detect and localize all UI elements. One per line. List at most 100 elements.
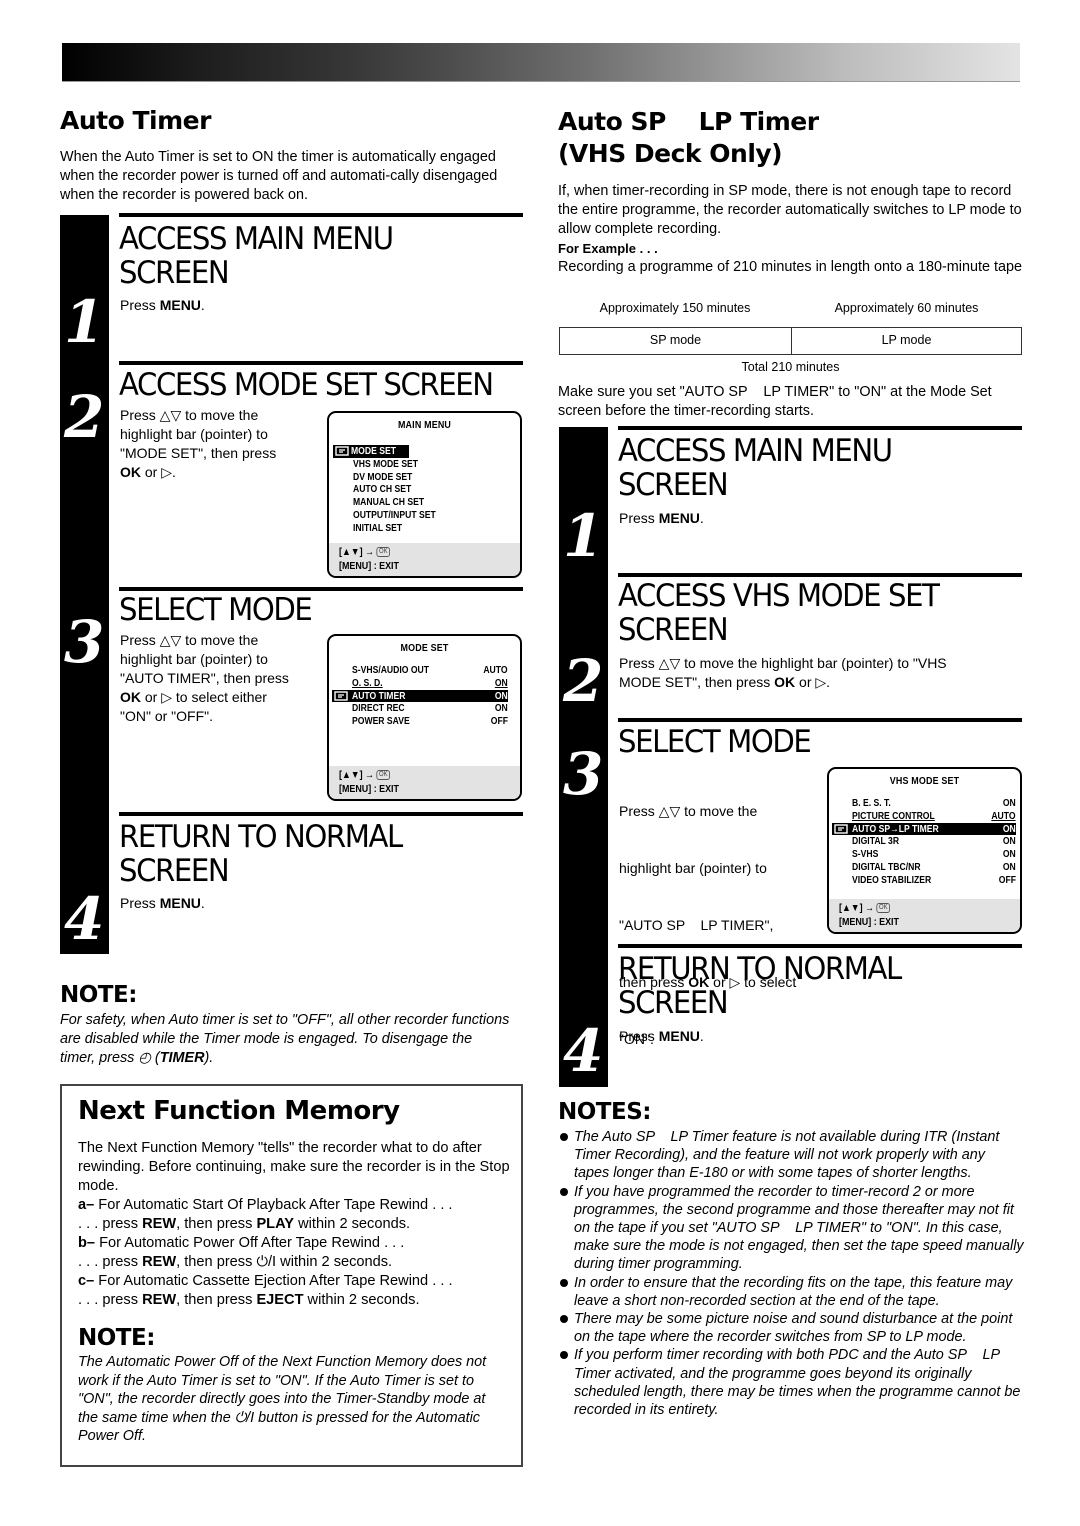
osd-item[interactable]: S-VHS ON [832, 848, 1016, 861]
auto-timer-description: When the Auto Timer is set to ON the tim… [60, 149, 498, 203]
header-gradient-bar [62, 43, 1020, 82]
step-divider [618, 944, 1022, 948]
step-1-instruction: Press MENU. [120, 297, 205, 313]
step-1-badge: 1 [559, 427, 608, 572]
osd-item[interactable]: VIDEO STABILIZER OFF [832, 874, 1016, 887]
step-divider [119, 213, 523, 217]
step-4-instruction: Press MENU. [619, 1028, 704, 1044]
bullet-icon [560, 1351, 568, 1360]
note-item: The Auto SP LP Timer feature is not avai… [558, 1128, 1024, 1183]
step-3-title: SELECT MODE [119, 592, 313, 628]
step-4-title: RETURN TO NORMAL SCREEN [119, 819, 403, 889]
osd-item[interactable]: PICTURE CONTROL AUTO [832, 810, 1016, 823]
note-item: There may be some picture noise and soun… [558, 1310, 1024, 1346]
auto-sp-lp-heading: Auto SP LP Timer (VHS Deck Only) [558, 107, 819, 168]
step-divider [119, 361, 523, 365]
note-item: If you have programmed the recorder to t… [558, 1183, 1024, 1274]
nfm-heading: Next Function Memory [78, 1096, 400, 1126]
note-item: If you perform timer recording with both… [558, 1346, 1024, 1419]
step-divider [618, 573, 1022, 577]
sp-duration-label: Approximately 150 minutes [599, 301, 751, 315]
ok-icon: OK [376, 547, 391, 558]
step-1-title: ACCESS MAIN MENU SCREEN [618, 433, 893, 503]
lp-duration-label: Approximately 60 minutes [834, 301, 979, 315]
osd-item[interactable]: DIGITAL TBC/NR ON [832, 861, 1016, 874]
lp-mode-segment: LP mode [881, 333, 932, 347]
step-4-badge: 4 [559, 942, 608, 1087]
osd-item[interactable]: VHS MODE SET [333, 458, 512, 471]
step-1-badge: 1 [60, 215, 109, 360]
osd-footer: [▲▼] → OK [MENU] : EXIT [329, 543, 520, 576]
step-3-badge: 3 [60, 585, 109, 810]
osd-item[interactable]: DIGITAL 3R ON [832, 835, 1016, 848]
nfm-option-b: b– For Automatic Power Off After Tape Re… [78, 1235, 405, 1251]
step-2-title: ACCESS VHS MODE SET SCREEN [618, 578, 940, 648]
note-item: In order to ensure that the recording fi… [558, 1274, 1024, 1310]
notes-heading: NOTES: [558, 1099, 651, 1125]
step-1-title: ACCESS MAIN MENU SCREEN [119, 221, 394, 291]
step-3-badge: 3 [559, 717, 608, 942]
tape-total-label: Total 210 minutes [741, 360, 840, 374]
main-menu-osd: MAIN MENU MODE SET VHS MODE SET DV MODE … [327, 411, 522, 578]
step-divider [119, 587, 523, 591]
power-icon: ⏻/I [256, 1254, 277, 1270]
step-4-title: RETURN TO NORMAL SCREEN [618, 951, 902, 1021]
step-3-title: SELECT MODE [618, 724, 812, 760]
nfm-intro: The Next Function Memory "tells" the rec… [78, 1140, 510, 1194]
osd-item[interactable]: S-VHS/AUDIO OUT AUTO [332, 664, 508, 677]
osd-item[interactable]: POWER SAVE OFF [332, 715, 508, 728]
step-2-instruction: Press △▽ to move the highlight bar (poin… [120, 407, 277, 480]
example-text: Recording a programme of 210 minutes in … [558, 259, 1022, 275]
pointer-icon [334, 690, 348, 701]
note-heading: NOTE: [60, 982, 137, 1008]
notes-list: The Auto SP LP Timer feature is not avai… [558, 1128, 1024, 1419]
bullet-icon [560, 1187, 568, 1196]
osd-item[interactable]: INITIAL SET [333, 522, 512, 535]
osd-item-selected[interactable]: AUTO TIMER ON [332, 689, 508, 703]
step-divider [119, 812, 523, 816]
vhs-mode-set-osd: VHS MODE SET B. E. S. T. ON PICTURE CONTR… [827, 767, 1022, 934]
osd-item[interactable]: MANUAL CH SET [333, 496, 512, 509]
example-label: For Example . . . [558, 241, 658, 256]
auto-timer-heading: Auto Timer [60, 106, 211, 135]
auto-sp-lp-description: If, when timer-recording in SP mode, the… [558, 183, 1022, 237]
osd-item[interactable]: DIRECT REC ON [332, 702, 508, 715]
osd-title: VHS MODE SET [889, 775, 960, 787]
osd-item[interactable]: O. S. D. ON [332, 677, 508, 690]
osd-item[interactable]: DV MODE SET [333, 471, 512, 484]
tape-diagram: SP mode LP mode [559, 327, 1022, 355]
ok-icon: OK [376, 770, 391, 781]
step-2-instruction: Press △▽ to move the highlight bar (poin… [619, 655, 947, 690]
sp-mode-segment: SP mode [560, 328, 792, 354]
nfm-note-body: The Automatic Power Off of the Next Func… [78, 1354, 487, 1445]
osd-title: MODE SET [400, 642, 449, 654]
osd-item-selected[interactable]: MODE SET [333, 445, 409, 458]
auto-sp-lp-reminder: Make sure you set "AUTO SP LP TIMER" to … [558, 384, 996, 419]
step-2-badge: 2 [559, 572, 608, 717]
nfm-options: a– For Automatic Start Of Playback After… [78, 1196, 518, 1310]
osd-item[interactable]: OUTPUT/INPUT SET [333, 509, 512, 522]
step-4-instruction: Press MENU. [120, 895, 205, 911]
step-2-title: ACCESS MODE SET SCREEN [119, 367, 494, 403]
step-2-badge: 2 [60, 360, 109, 585]
osd-item[interactable]: AUTO CH SET [333, 483, 512, 496]
step-1-instruction: Press MENU. [619, 510, 704, 526]
note-body: For safety, when Auto timer is set to "O… [60, 1012, 510, 1066]
osd-item[interactable]: B. E. S. T. ON [832, 797, 1016, 810]
pointer-icon [335, 446, 349, 456]
mode-set-osd: MODE SET S-VHS/AUDIO OUT AUTO O. S. D. ON … [327, 634, 522, 801]
ok-icon: OK [876, 903, 891, 914]
osd-footer: [▲▼] → OK [MENU] : EXIT [329, 766, 520, 799]
osd-footer: [▲▼] → OK [MENU] : EXIT [829, 899, 1020, 932]
step-3-instruction: Press △▽ to move the highlight bar (poin… [619, 803, 797, 1047]
pointer-icon [834, 823, 848, 834]
step-divider [618, 426, 1022, 430]
osd-title: MAIN MENU [397, 419, 452, 431]
nfm-option-a: a– For Automatic Start Of Playback After… [78, 1197, 453, 1213]
nfm-option-c: c– For Automatic Cassette Ejection After… [78, 1273, 453, 1289]
nfm-note-heading: NOTE: [78, 1325, 155, 1351]
step-3-instruction: Press △▽ to move the highlight bar (poin… [120, 632, 289, 724]
bullet-icon [560, 1315, 568, 1324]
osd-item-selected[interactable]: AUTO SP→LP TIMER ON [832, 822, 1016, 836]
bullet-icon [560, 1133, 568, 1141]
